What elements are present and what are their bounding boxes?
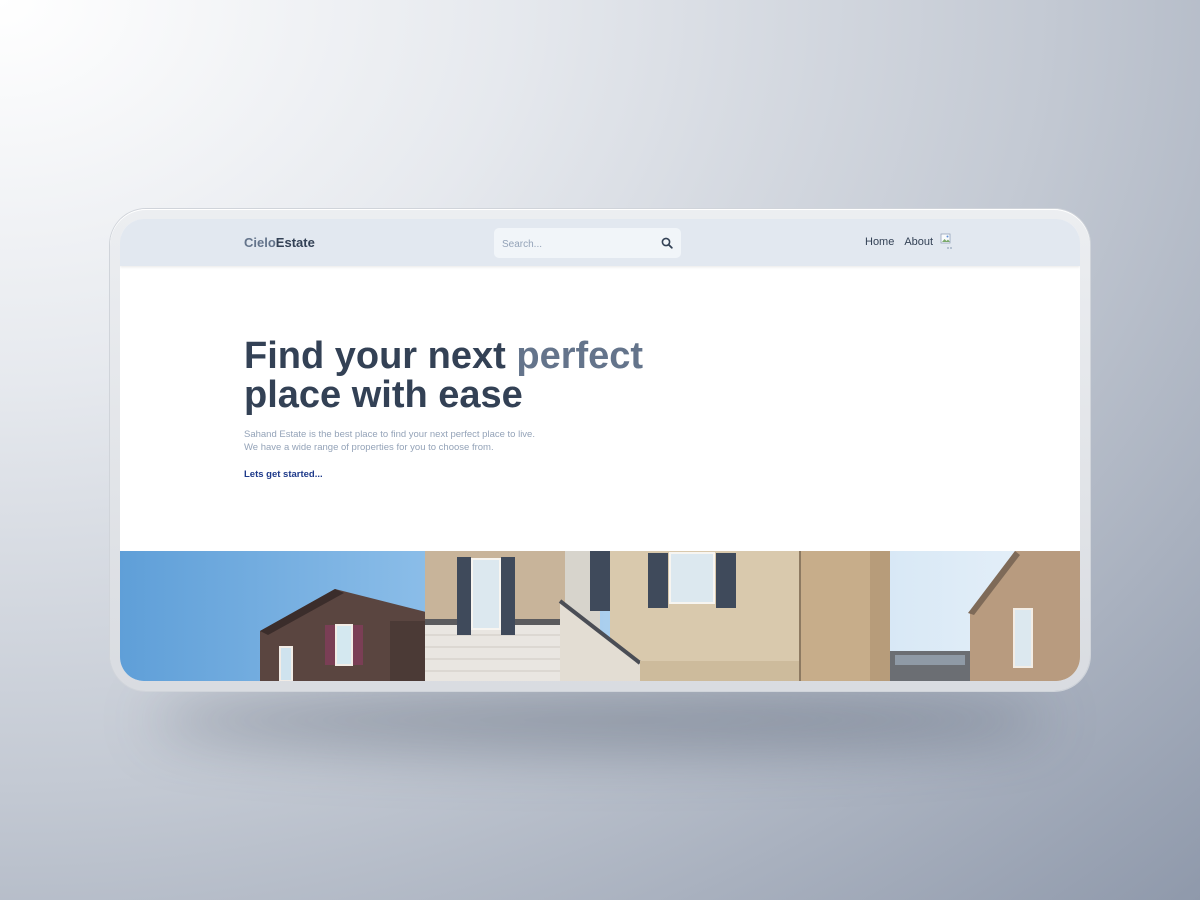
- site-header: CieloEstate Home About: [120, 219, 1080, 266]
- browser-screen: CieloEstate Home About F: [120, 219, 1080, 681]
- hero-title-part-2: place with ease: [244, 374, 523, 416]
- broken-image-icon: [940, 233, 952, 249]
- hero-description-line-2: We have a wide range of properties for y…: [244, 442, 494, 453]
- logo-part-1: Cielo: [244, 235, 276, 250]
- profile-avatar[interactable]: [940, 233, 954, 251]
- search-button[interactable]: [661, 237, 673, 249]
- hero-title: Find your next perfect place with ease: [244, 337, 704, 415]
- logo-part-2: Estate: [275, 235, 315, 250]
- hero-description: Sahand Estate is the best place to find …: [244, 428, 564, 454]
- get-started-link[interactable]: Lets get started...: [244, 469, 323, 480]
- search-form: [494, 228, 681, 258]
- nav-home-link[interactable]: Home: [865, 236, 894, 248]
- hero-house-photo: [120, 551, 1080, 681]
- search-icon: [661, 237, 673, 249]
- house-illustration: [120, 551, 1080, 681]
- nav-about-link[interactable]: About: [904, 236, 933, 248]
- hero-title-accent: perfect: [516, 335, 644, 377]
- device-shadow: [150, 690, 1050, 750]
- hero-description-line-1: Sahand Estate is the best place to find …: [244, 429, 535, 440]
- site-logo[interactable]: CieloEstate: [244, 235, 315, 250]
- main-nav: Home About: [865, 236, 933, 248]
- hero-title-part-1: Find your next: [244, 335, 517, 377]
- search-input[interactable]: [500, 234, 654, 254]
